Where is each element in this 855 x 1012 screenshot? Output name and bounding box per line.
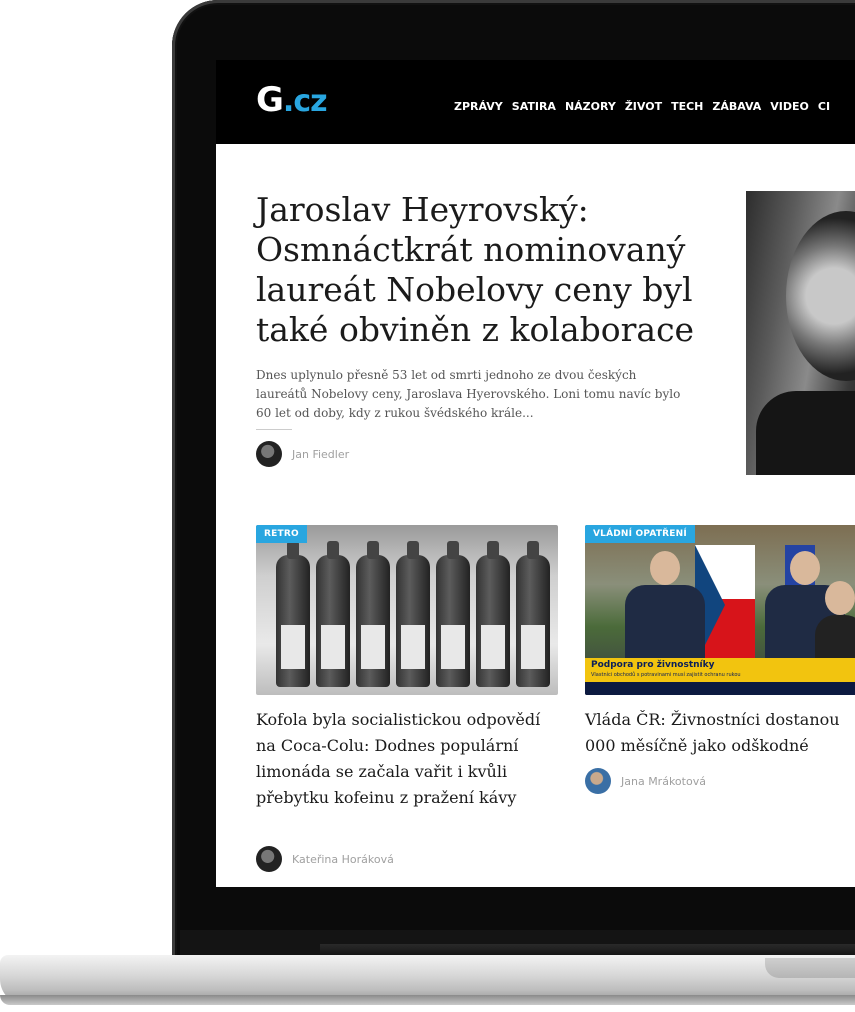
card-author[interactable]: Jana Mrákotová xyxy=(585,768,706,794)
person xyxy=(625,551,705,665)
tv-ticker xyxy=(585,682,855,695)
hero-photo[interactable] xyxy=(746,191,855,475)
site-header: G.cz ZPRÁVY SATIRA NÁZORY ŽIVOT TECH ZÁB… xyxy=(216,60,855,144)
bottle xyxy=(476,541,510,687)
nav-item-zpravy[interactable]: ZPRÁVY xyxy=(454,100,503,113)
card-image-kofola[interactable]: RETRO xyxy=(256,525,558,695)
avatar xyxy=(585,768,611,794)
page-content: Jaroslav Heyrovský: Osmnáctkrát nominova… xyxy=(216,144,855,887)
laptop-base-notch xyxy=(765,958,855,978)
hero-author[interactable]: Jan Fiedler xyxy=(256,441,349,467)
logo-tld: .cz xyxy=(282,84,328,119)
nav-item-zivot[interactable]: ŽIVOT xyxy=(625,100,662,113)
nav-item-nazory[interactable]: NÁZORY xyxy=(565,100,616,113)
main-nav: ZPRÁVY SATIRA NÁZORY ŽIVOT TECH ZÁBAVA V… xyxy=(454,100,830,113)
tv-lower-third: Podpora pro živnostníky Vlastníci obchod… xyxy=(585,658,855,682)
nav-item-zabava[interactable]: ZÁBAVA xyxy=(712,100,761,113)
nav-item-video[interactable]: VIDEO xyxy=(770,100,809,113)
hero-divider xyxy=(256,429,292,430)
card-author-name: Kateřina Horáková xyxy=(292,852,394,866)
laptop-base-edge xyxy=(0,995,855,1005)
category-badge[interactable]: VLÁDNÍ OPATŘENÍ xyxy=(585,525,695,543)
hero-title[interactable]: Jaroslav Heyrovský: Osmnáctkrát nominova… xyxy=(256,190,696,350)
hero-excerpt: Dnes uplynulo přesně 53 let od smrti jed… xyxy=(256,368,681,420)
bottle xyxy=(356,541,390,687)
kofola-bottles xyxy=(276,541,550,687)
category-badge[interactable]: RETRO xyxy=(256,525,307,543)
card-author[interactable]: Kateřina Horáková xyxy=(256,846,394,872)
bottle xyxy=(276,541,310,687)
logo-main: G xyxy=(256,80,284,120)
hero-photo-face xyxy=(786,211,855,381)
nav-item-truncated[interactable]: CI xyxy=(818,100,830,113)
hero-author-name: Jan Fiedler xyxy=(292,447,350,461)
bottle xyxy=(436,541,470,687)
avatar xyxy=(256,441,282,467)
nav-item-tech[interactable]: TECH xyxy=(671,100,703,113)
nav-item-satira[interactable]: SATIRA xyxy=(512,100,556,113)
site-logo[interactable]: G.cz xyxy=(256,80,328,120)
card-author-name: Jana Mrákotová xyxy=(621,774,706,788)
card-title[interactable]: Vláda ČR: Živnostníci dostanou 000 měsíč… xyxy=(585,707,855,759)
tv-headline: Podpora pro živnostníky xyxy=(591,660,715,670)
bottle xyxy=(396,541,430,687)
card-title[interactable]: Kofola byla socialistickou odpovědí na C… xyxy=(256,707,556,811)
avatar xyxy=(256,846,282,872)
bottle xyxy=(316,541,350,687)
laptop-screen: G.cz ZPRÁVY SATIRA NÁZORY ŽIVOT TECH ZÁB… xyxy=(216,60,855,887)
tv-subline: Vlastníci obchodů s potravinami musí zaj… xyxy=(591,672,741,678)
hero-photo-suit xyxy=(756,391,855,475)
card-image-vlada[interactable]: Podpora pro živnostníky Vlastníci obchod… xyxy=(585,525,855,695)
bottle xyxy=(516,541,550,687)
